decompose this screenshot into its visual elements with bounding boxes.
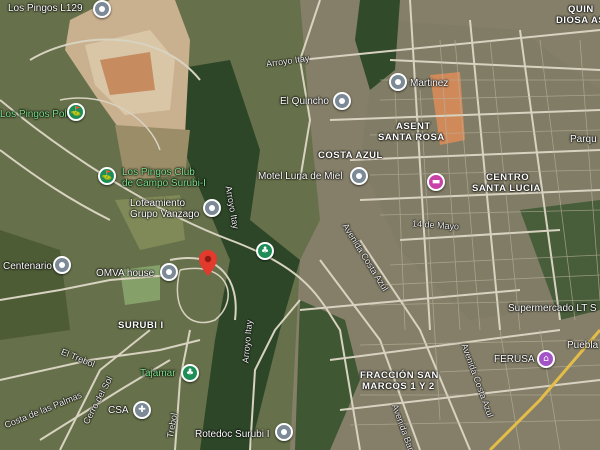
label-rotedoc[interactable]: Rotedoc Surubi I bbox=[195, 429, 270, 440]
csa-pin-icon[interactable]: ✚ bbox=[133, 401, 151, 419]
label-puebla: Puebla bbox=[567, 340, 599, 351]
label-club-line1[interactable]: Los Pingos Club bbox=[122, 167, 195, 178]
omva-pin-icon[interactable] bbox=[160, 263, 178, 281]
district-centro-line2: SANTA LUCIA bbox=[472, 183, 541, 194]
label-motel[interactable]: Motel Luna de Miel bbox=[258, 171, 343, 182]
label-los-pingos-l129[interactable]: Los Pingos L129 bbox=[8, 3, 83, 14]
ferusa-pin-icon[interactable]: ⌂ bbox=[537, 350, 555, 368]
label-tajamar[interactable]: Tajamar bbox=[140, 368, 176, 379]
club-pin-icon[interactable]: ⛳ bbox=[98, 167, 116, 185]
label-los-pingos-polo[interactable]: Los Pingos Polo bbox=[0, 109, 72, 120]
label-parque: Parqu bbox=[570, 134, 597, 145]
label-martinez[interactable]: Martinez bbox=[410, 78, 448, 89]
district-surubi: SURUBI I bbox=[118, 320, 164, 331]
label-vanzago-line1[interactable]: Loteamiento bbox=[130, 198, 185, 209]
tajamar-pin-icon[interactable]: ♣ bbox=[181, 364, 199, 382]
district-costa-azul: COSTA AZUL bbox=[318, 150, 383, 161]
district-quin-line2: DIOSA AS bbox=[556, 15, 600, 26]
district-quin-line1: QUIN bbox=[568, 4, 594, 15]
label-el-quincho[interactable]: El Quincho bbox=[280, 96, 329, 107]
satellite-map[interactable]: Los Pingos L129 Los Pingos Polo Los Ping… bbox=[0, 0, 600, 450]
motel-pin-icon[interactable] bbox=[350, 167, 368, 185]
label-ferusa[interactable]: FERUSA bbox=[494, 354, 535, 365]
vanzago-pin-icon[interactable] bbox=[203, 199, 221, 217]
park-pin-icon[interactable]: ♣ bbox=[256, 242, 274, 260]
label-vanzago-line2[interactable]: Grupo Vanzago bbox=[130, 209, 199, 220]
label-csa[interactable]: CSA bbox=[108, 405, 129, 416]
district-fraccion-line2: MARCOS 1 Y 2 bbox=[362, 381, 435, 392]
polo-pin-icon[interactable]: ⛳ bbox=[67, 103, 85, 121]
rotedoc-pin-icon[interactable] bbox=[275, 423, 293, 441]
district-fraccion-line1: FRACCIÓN SAN bbox=[360, 370, 439, 381]
martinez-pin-icon[interactable] bbox=[389, 73, 407, 91]
district-asent-line1: ASENT bbox=[396, 121, 431, 132]
quincho-pin-icon[interactable] bbox=[333, 92, 351, 110]
label-club-line2[interactable]: de Campo Surubi-I bbox=[122, 178, 206, 189]
label-omva[interactable]: OMVA house bbox=[96, 268, 154, 279]
district-centro-line1: CENTRO bbox=[486, 172, 530, 183]
label-supermercado[interactable]: Supermercado LT S bbox=[508, 303, 597, 314]
district-asent-line2: SANTA ROSA bbox=[378, 132, 445, 143]
hotel-pin-icon[interactable]: ▬ bbox=[427, 173, 445, 191]
map-imagery bbox=[0, 0, 600, 450]
centenario-pin-icon[interactable] bbox=[53, 256, 71, 274]
label-centenario[interactable]: Centenario bbox=[3, 261, 52, 272]
dropped-location-pin-icon[interactable] bbox=[199, 250, 217, 276]
place-pin-icon[interactable] bbox=[93, 0, 111, 18]
